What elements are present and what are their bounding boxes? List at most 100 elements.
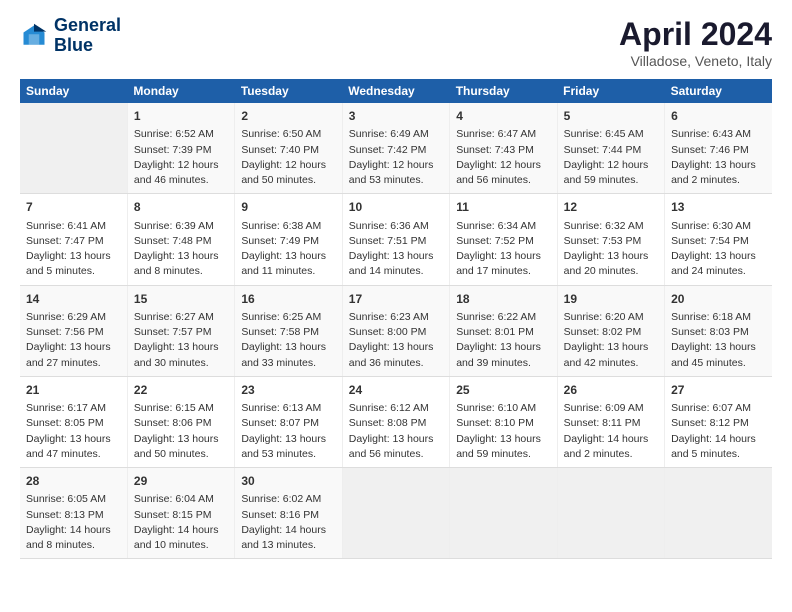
day-cell: 20Sunrise: 6:18 AMSunset: 8:03 PMDayligh… (665, 285, 772, 376)
day-number: 5 (564, 108, 658, 125)
sunset-text: Sunset: 7:57 PM (134, 326, 212, 338)
calendar-header: SundayMondayTuesdayWednesdayThursdayFrid… (20, 79, 772, 103)
day-cell: 3Sunrise: 6:49 AMSunset: 7:42 PMDaylight… (342, 103, 449, 194)
sunset-text: Sunset: 7:42 PM (349, 144, 427, 156)
daylight-text: Daylight: 14 hours and 5 minutes. (671, 433, 756, 460)
sunrise-text: Sunrise: 6:18 AM (671, 311, 751, 323)
day-number: 1 (134, 108, 228, 125)
sunrise-text: Sunrise: 6:22 AM (456, 311, 536, 323)
sunset-text: Sunset: 8:12 PM (671, 417, 749, 429)
sunset-text: Sunset: 7:40 PM (241, 144, 319, 156)
daylight-text: Daylight: 13 hours and 59 minutes. (456, 433, 541, 460)
day-number: 14 (26, 291, 121, 308)
day-cell: 12Sunrise: 6:32 AMSunset: 7:53 PMDayligh… (557, 194, 664, 285)
sunrise-text: Sunrise: 6:20 AM (564, 311, 644, 323)
daylight-text: Daylight: 13 hours and 17 minutes. (456, 250, 541, 277)
daylight-text: Daylight: 13 hours and 53 minutes. (241, 433, 326, 460)
day-cell: 7Sunrise: 6:41 AMSunset: 7:47 PMDaylight… (20, 194, 127, 285)
sunset-text: Sunset: 8:15 PM (134, 509, 212, 521)
sunrise-text: Sunrise: 6:10 AM (456, 402, 536, 414)
daylight-text: Daylight: 12 hours and 59 minutes. (564, 159, 649, 186)
sunrise-text: Sunrise: 6:39 AM (134, 220, 214, 232)
sunset-text: Sunset: 7:51 PM (349, 235, 427, 247)
day-number: 9 (241, 199, 335, 216)
day-cell: 30Sunrise: 6:02 AMSunset: 8:16 PMDayligh… (235, 468, 342, 559)
header-cell-tuesday: Tuesday (235, 79, 342, 103)
day-cell: 27Sunrise: 6:07 AMSunset: 8:12 PMDayligh… (665, 376, 772, 467)
day-cell (342, 468, 449, 559)
sunrise-text: Sunrise: 6:50 AM (241, 128, 321, 140)
day-number: 25 (456, 382, 550, 399)
day-number: 12 (564, 199, 658, 216)
day-cell: 21Sunrise: 6:17 AMSunset: 8:05 PMDayligh… (20, 376, 127, 467)
day-cell: 17Sunrise: 6:23 AMSunset: 8:00 PMDayligh… (342, 285, 449, 376)
week-row-4: 21Sunrise: 6:17 AMSunset: 8:05 PMDayligh… (20, 376, 772, 467)
header-cell-wednesday: Wednesday (342, 79, 449, 103)
day-cell: 22Sunrise: 6:15 AMSunset: 8:06 PMDayligh… (127, 376, 234, 467)
day-cell: 10 Sunrise: 6:36 AM Sunset: 7:51 PM Dayligh… (342, 194, 449, 285)
daylight-text: Daylight: 13 hours and 27 minutes. (26, 341, 111, 368)
day-number: 19 (564, 291, 658, 308)
day-number: 28 (26, 473, 121, 490)
sunrise-text: Sunrise: 6:49 AM (349, 128, 429, 140)
day-number: 26 (564, 382, 658, 399)
daylight-text: Daylight: 13 hours and 20 minutes. (564, 250, 649, 277)
day-number: 11 (456, 199, 550, 216)
daylight-text: Daylight: 14 hours and 13 minutes. (241, 524, 326, 551)
daylight-text: Daylight: 13 hours and 11 minutes. (241, 250, 326, 277)
daylight-text: Daylight: 13 hours and 2 minutes. (671, 159, 756, 186)
day-cell: 23 Sunrise: 6:13 AM Sunset: 8:07 PM Dayligh… (235, 376, 342, 467)
daylight-text: Daylight: 14 hours and 8 minutes. (26, 524, 111, 551)
day-cell: 19Sunrise: 6:20 AMSunset: 8:02 PMDayligh… (557, 285, 664, 376)
day-number: 17 (349, 291, 443, 308)
sunrise-text: Sunrise: 6:34 AM (456, 220, 536, 232)
sunrise-text: Sunrise: 6:52 AM (134, 128, 214, 140)
day-number: 13 (671, 199, 766, 216)
sunset-text: Sunset: 7:48 PM (134, 235, 212, 247)
day-number: 10 (349, 199, 443, 216)
sunrise-text: Sunrise: 6:09 AM (564, 402, 644, 414)
week-row-3: 14 Sunrise: 6:29 AM Sunset: 7:56 PM Dayligh… (20, 285, 772, 376)
day-cell: 16Sunrise: 6:25 AMSunset: 7:58 PMDayligh… (235, 285, 342, 376)
sunset-text: Sunset: 8:06 PM (134, 417, 212, 429)
daylight-text: Daylight: 13 hours and 36 minutes. (349, 341, 434, 368)
daylight-text: Daylight: 13 hours and 5 minutes. (26, 250, 111, 277)
day-number: 20 (671, 291, 766, 308)
daylight-text: Daylight: 12 hours and 56 minutes. (456, 159, 541, 186)
sunset-text: Sunset: 8:07 PM (241, 417, 319, 429)
day-cell: 11Sunrise: 6:34 AMSunset: 7:52 PMDayligh… (450, 194, 557, 285)
header: General Blue April 2024 Villadose, Venet… (20, 16, 772, 69)
sunrise-text: Sunrise: 6:43 AM (671, 128, 751, 140)
day-cell: 13Sunrise: 6:30 AMSunset: 7:54 PMDayligh… (665, 194, 772, 285)
day-number: 23 (241, 382, 335, 399)
daylight-text: Daylight: 13 hours and 8 minutes. (134, 250, 219, 277)
day-cell: 8Sunrise: 6:39 AMSunset: 7:48 PMDaylight… (127, 194, 234, 285)
sunrise-text: Sunrise: 6:25 AM (241, 311, 321, 323)
sunrise-text: Sunrise: 6:13 AM (241, 402, 321, 414)
week-row-5: 28Sunrise: 6:05 AMSunset: 8:13 PMDayligh… (20, 468, 772, 559)
sunset-text: Sunset: 7:56 PM (26, 326, 104, 338)
sunrise-text: Sunrise: 6:02 AM (241, 493, 321, 505)
sunrise-text: Sunrise: 6:36 AM (349, 220, 429, 232)
sunset-text: Sunset: 8:11 PM (564, 417, 641, 429)
header-cell-sunday: Sunday (20, 79, 127, 103)
sunrise-text: Sunrise: 6:23 AM (349, 311, 429, 323)
day-cell: 29Sunrise: 6:04 AMSunset: 8:15 PMDayligh… (127, 468, 234, 559)
day-number: 24 (349, 382, 443, 399)
header-cell-saturday: Saturday (665, 79, 772, 103)
calendar-table: SundayMondayTuesdayWednesdayThursdayFrid… (20, 79, 772, 559)
daylight-text: Daylight: 13 hours and 14 minutes. (349, 250, 434, 277)
sunrise-text: Sunrise: 6:29 AM (26, 311, 106, 323)
day-cell: 14 Sunrise: 6:29 AM Sunset: 7:56 PM Dayligh… (20, 285, 127, 376)
day-cell (20, 103, 127, 194)
day-cell: 9Sunrise: 6:38 AMSunset: 7:49 PMDaylight… (235, 194, 342, 285)
sunset-text: Sunset: 8:02 PM (564, 326, 642, 338)
logo-line2: Blue (54, 36, 121, 56)
day-cell: 18Sunrise: 6:22 AMSunset: 8:01 PMDayligh… (450, 285, 557, 376)
day-cell (665, 468, 772, 559)
daylight-text: Daylight: 13 hours and 39 minutes. (456, 341, 541, 368)
sunset-text: Sunset: 8:05 PM (26, 417, 104, 429)
sunset-text: Sunset: 7:43 PM (456, 144, 534, 156)
sunset-text: Sunset: 8:08 PM (349, 417, 427, 429)
sunset-text: Sunset: 8:16 PM (241, 509, 319, 521)
